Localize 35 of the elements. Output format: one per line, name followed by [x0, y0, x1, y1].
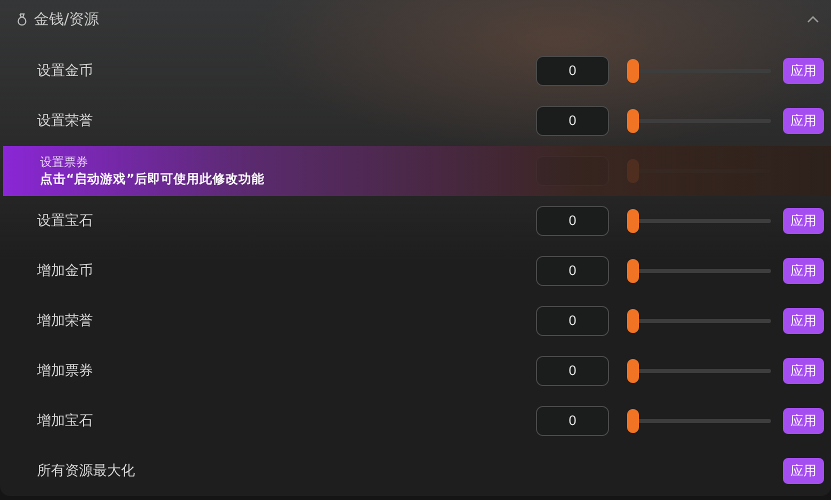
section-title: 金钱/资源 — [34, 10, 100, 28]
apply-button[interactable]: 应用 — [783, 408, 824, 434]
row-label: 设置金币 — [37, 62, 94, 80]
row-label: 所有资源最大化 — [37, 462, 136, 480]
row-label: 增加宝石 — [37, 412, 94, 430]
slider-thumb[interactable] — [627, 309, 639, 333]
number-input[interactable]: 0 — [536, 356, 609, 386]
slider-thumb[interactable] — [627, 109, 639, 133]
row-label: 设置宝石 — [37, 212, 94, 230]
slider-thumb[interactable] — [627, 59, 639, 83]
row-label: 增加金币 — [37, 262, 94, 280]
apply-button[interactable]: 应用 — [783, 308, 824, 334]
row-label: 设置票券 — [40, 154, 89, 171]
notice-text: 点击“启动游戏”后即可使用此修改功能 — [40, 171, 266, 188]
number-input[interactable]: 0 — [536, 106, 609, 136]
apply-button[interactable]: 应用 — [783, 208, 824, 234]
apply-button[interactable]: 应用 — [783, 458, 824, 484]
apply-button[interactable]: 应用 — [783, 258, 824, 284]
number-input[interactable]: 0 — [536, 306, 609, 336]
number-input[interactable]: 0 — [536, 406, 609, 436]
number-input[interactable]: 0 — [536, 256, 609, 286]
row-label: 设置荣誉 — [37, 112, 94, 130]
slider-thumb[interactable] — [627, 209, 639, 233]
apply-button[interactable]: 应用 — [783, 108, 824, 134]
number-input[interactable]: 0 — [536, 56, 609, 86]
slider-thumb[interactable] — [627, 359, 639, 383]
slider-thumb[interactable] — [627, 159, 639, 183]
collapse-icon[interactable] — [807, 15, 819, 23]
apply-button[interactable]: 应用 — [783, 358, 824, 384]
slider-thumb[interactable] — [627, 259, 639, 283]
row-label: 增加票券 — [37, 362, 94, 380]
row-label: 增加荣誉 — [37, 312, 94, 330]
slider-thumb[interactable] — [627, 409, 639, 433]
apply-button[interactable]: 应用 — [783, 58, 824, 84]
number-input[interactable]: 0 — [536, 206, 609, 236]
